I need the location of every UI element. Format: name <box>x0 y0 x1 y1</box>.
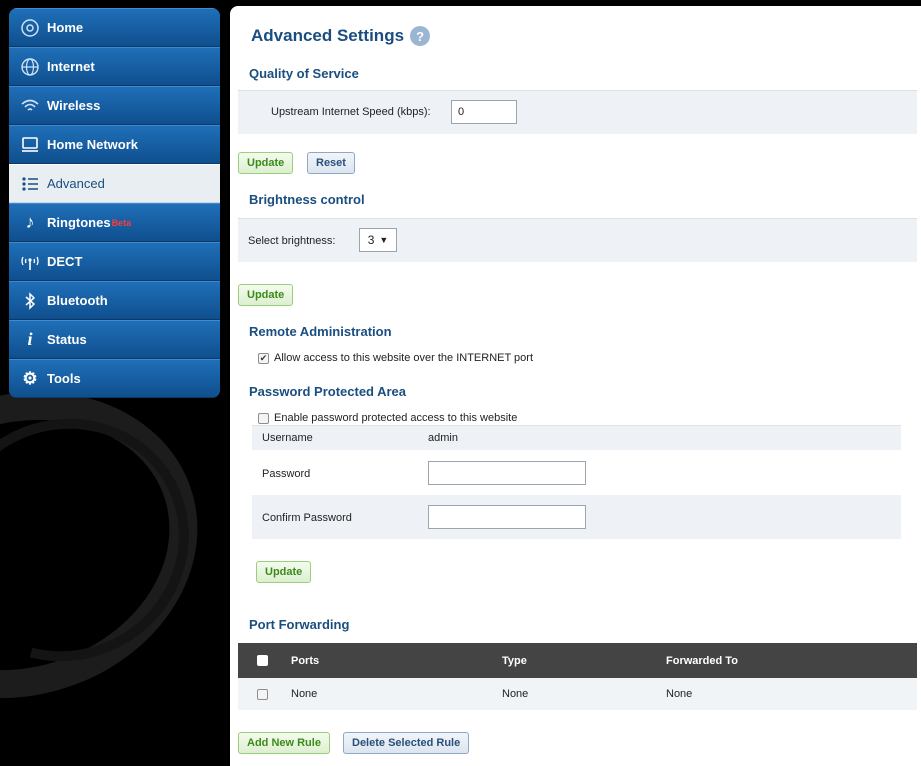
sidebar-item-label: Internet <box>47 59 95 74</box>
enable-password-label: Enable password protected access to this… <box>274 412 518 424</box>
sidebar-item-label: Advanced <box>47 176 105 191</box>
monitor-icon <box>19 135 41 155</box>
row-select-cell <box>257 678 268 710</box>
sidebar-item-advanced[interactable]: Advanced <box>9 164 220 203</box>
upstream-speed-input[interactable] <box>451 100 517 124</box>
column-header-type: Type <box>502 654 527 667</box>
wifi-icon <box>19 96 41 116</box>
confirm-password-input[interactable] <box>428 505 586 529</box>
bluetooth-icon <box>19 291 41 311</box>
confirm-password-label: Confirm Password <box>262 512 352 524</box>
brightness-update-button[interactable]: Update <box>238 284 294 306</box>
sidebar-item-wireless[interactable]: Wireless <box>9 86 220 125</box>
username-value: admin <box>428 432 458 444</box>
password-input[interactable] <box>428 461 586 485</box>
dect-icon <box>19 252 41 272</box>
username-row: Username admin <box>252 426 901 450</box>
sidebar-item-label: Status <box>47 332 87 347</box>
brightness-band: Select brightness: 3 ▼ <box>238 218 917 262</box>
brightness-title: Brightness control <box>249 192 365 207</box>
column-header-ports: Ports <box>291 654 320 667</box>
sidebar-item-home[interactable]: Home <box>9 8 220 47</box>
qos-update-button[interactable]: Update <box>238 152 294 174</box>
password-label: Password <box>262 468 311 480</box>
select-all-cell <box>257 643 268 678</box>
add-rule-button[interactable]: Add New Rule <box>238 732 330 754</box>
row-select-checkbox[interactable] <box>257 688 268 700</box>
allow-internet-label: Allow access to this website over the IN… <box>274 352 534 364</box>
sidebar-item-internet[interactable]: Internet <box>9 47 220 86</box>
sidebar-item-dect[interactable]: DECT <box>9 242 220 281</box>
sidebar-item-ringtones[interactable]: ♪ Ringtones Beta <box>9 203 220 242</box>
sidebar-item-label: Tools <box>47 371 81 386</box>
info-icon: i <box>27 329 33 349</box>
sidebar-item-label: Home <box>47 20 84 35</box>
page-title: Advanced Settings ? <box>251 26 431 46</box>
cell-forwarded-to: None <box>666 688 693 700</box>
select-all-checkbox[interactable] <box>257 655 268 666</box>
brightness-label: Select brightness: <box>248 235 336 247</box>
page-title-text: Advanced Settings <box>251 26 405 45</box>
help-icon[interactable]: ? <box>410 26 431 46</box>
sidebar-item-bluetooth[interactable]: Bluetooth <box>9 281 220 320</box>
qos-reset-button[interactable]: Reset <box>307 152 355 174</box>
upstream-speed-label: Upstream Internet Speed (kbps): <box>271 106 431 118</box>
cell-type: None <box>502 688 529 700</box>
qos-title: Quality of Service <box>249 66 359 81</box>
sidebar-item-label: DECT <box>47 254 83 269</box>
table-row: None None None <box>238 678 917 710</box>
home-icon <box>19 18 41 38</box>
confirm-password-row: Confirm Password <box>252 495 901 539</box>
username-label: Username <box>262 432 313 444</box>
sidebar-item-tools[interactable]: ⚙ Tools <box>9 359 220 398</box>
brightness-selected-value: 3 <box>367 233 375 247</box>
main-panel: Advanced Settings ? Quality of Service U… <box>230 6 921 766</box>
sidebar-item-home-network[interactable]: Home Network <box>9 125 220 164</box>
column-header-forwarded-to: Forwarded To <box>666 654 738 667</box>
port-forwarding-header: Ports Type Forwarded To <box>238 643 917 678</box>
sidebar-nav: Home Internet Wireless Home Network Adva… <box>9 8 220 398</box>
beta-badge: Beta <box>111 217 132 228</box>
sidebar-item-label: Bluetooth <box>47 293 108 308</box>
gear-icon: ⚙ <box>22 368 38 388</box>
enable-password-checkbox[interactable] <box>258 413 269 424</box>
qos-band: Upstream Internet Speed (kbps): <box>238 90 917 134</box>
sidebar-item-label: Wireless <box>47 98 101 113</box>
sidebar-item-status[interactable]: i Status <box>9 320 220 359</box>
cell-ports: None <box>291 688 318 700</box>
delete-rule-button[interactable]: Delete Selected Rule <box>343 732 470 754</box>
sidebar-item-label: Ringtones <box>47 215 111 230</box>
dropdown-arrow-icon: ▼ <box>379 235 389 245</box>
sidebar-item-label: Home Network <box>47 137 139 152</box>
port-forwarding-title: Port Forwarding <box>249 617 350 632</box>
brightness-select[interactable]: 3 ▼ <box>359 228 397 252</box>
globe-icon <box>19 57 41 77</box>
allow-internet-checkbox[interactable]: ✔ <box>258 353 269 364</box>
music-note-icon: ♪ <box>25 212 35 232</box>
password-area-title: Password Protected Area <box>249 384 407 399</box>
remote-admin-title: Remote Administration <box>249 324 392 339</box>
password-update-button[interactable]: Update <box>256 561 312 583</box>
list-icon <box>19 174 41 194</box>
